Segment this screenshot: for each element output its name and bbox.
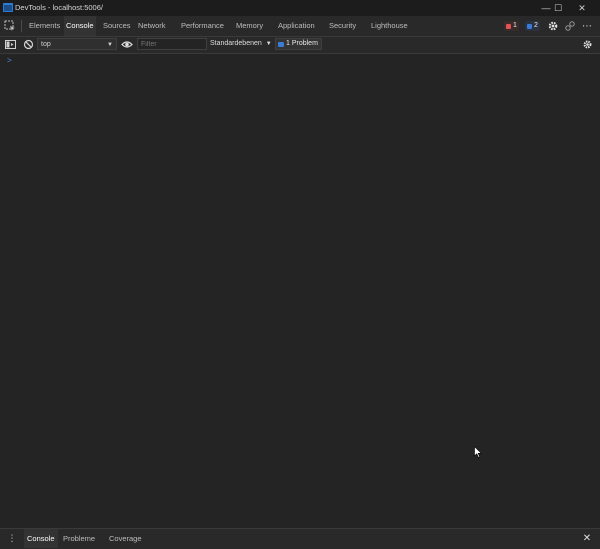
context-selector[interactable]: top ▼ — [37, 38, 117, 50]
context-value: top — [41, 41, 51, 48]
console-output[interactable] — [0, 54, 600, 528]
drawer-tab-console[interactable]: Console — [24, 529, 58, 548]
issue-icon — [278, 41, 284, 47]
gear-icon[interactable] — [547, 20, 559, 32]
warning-count-badge[interactable]: 2 — [525, 21, 540, 31]
warning-count: 2 — [534, 22, 538, 29]
chevron-down-icon: ▼ — [107, 42, 113, 48]
gear-icon[interactable] — [582, 39, 593, 50]
devtools-app-icon — [3, 3, 13, 12]
tab-console[interactable]: Console — [64, 16, 96, 36]
drawer-tab-probleme[interactable]: Probleme — [60, 529, 98, 548]
tab-memory[interactable]: Memory — [234, 16, 265, 36]
issues-button[interactable]: 1 Problem — [275, 38, 322, 50]
mouse-cursor-icon — [474, 446, 482, 458]
tab-network[interactable]: Network — [136, 16, 168, 36]
chevron-down-icon: ▼ — [265, 41, 272, 47]
error-count: 1 — [513, 22, 517, 29]
maximize-button[interactable]: ☐ — [546, 0, 570, 16]
issues-label: 1 Problem — [286, 40, 318, 47]
tab-elements[interactable]: Elements — [27, 16, 62, 36]
remote-devices-icon[interactable] — [564, 20, 576, 32]
error-icon — [506, 23, 511, 29]
tab-lighthouse[interactable]: Lighthouse — [369, 16, 410, 36]
window-title: DevTools - localhost:5006/ — [15, 3, 103, 12]
console-prompt[interactable]: > — [7, 56, 12, 65]
tab-security[interactable]: Security — [327, 16, 358, 36]
drawer-more-icon[interactable]: ⋮ — [5, 531, 19, 545]
log-levels-dropdown[interactable]: Standardebenen ▼ — [210, 38, 272, 50]
live-expression-icon[interactable] — [121, 39, 133, 50]
log-levels-label: Standardebenen — [210, 40, 262, 47]
inspect-element-icon[interactable] — [4, 20, 16, 32]
error-count-badge[interactable]: 1 — [504, 21, 519, 31]
show-sidebar-icon[interactable] — [5, 39, 16, 50]
tab-performance[interactable]: Performance — [179, 16, 226, 36]
drawer-tab-coverage[interactable]: Coverage — [106, 529, 145, 548]
tab-separator — [21, 20, 22, 32]
more-options-icon[interactable]: ⋯ — [580, 20, 594, 32]
tab-sources[interactable]: Sources — [101, 16, 133, 36]
message-icon — [527, 23, 532, 29]
filter-input[interactable] — [137, 38, 207, 50]
close-window-button[interactable]: ✕ — [570, 0, 594, 16]
tab-application[interactable]: Application — [276, 16, 317, 36]
close-drawer-button[interactable]: ✕ — [580, 531, 594, 545]
clear-console-icon[interactable] — [23, 39, 34, 50]
